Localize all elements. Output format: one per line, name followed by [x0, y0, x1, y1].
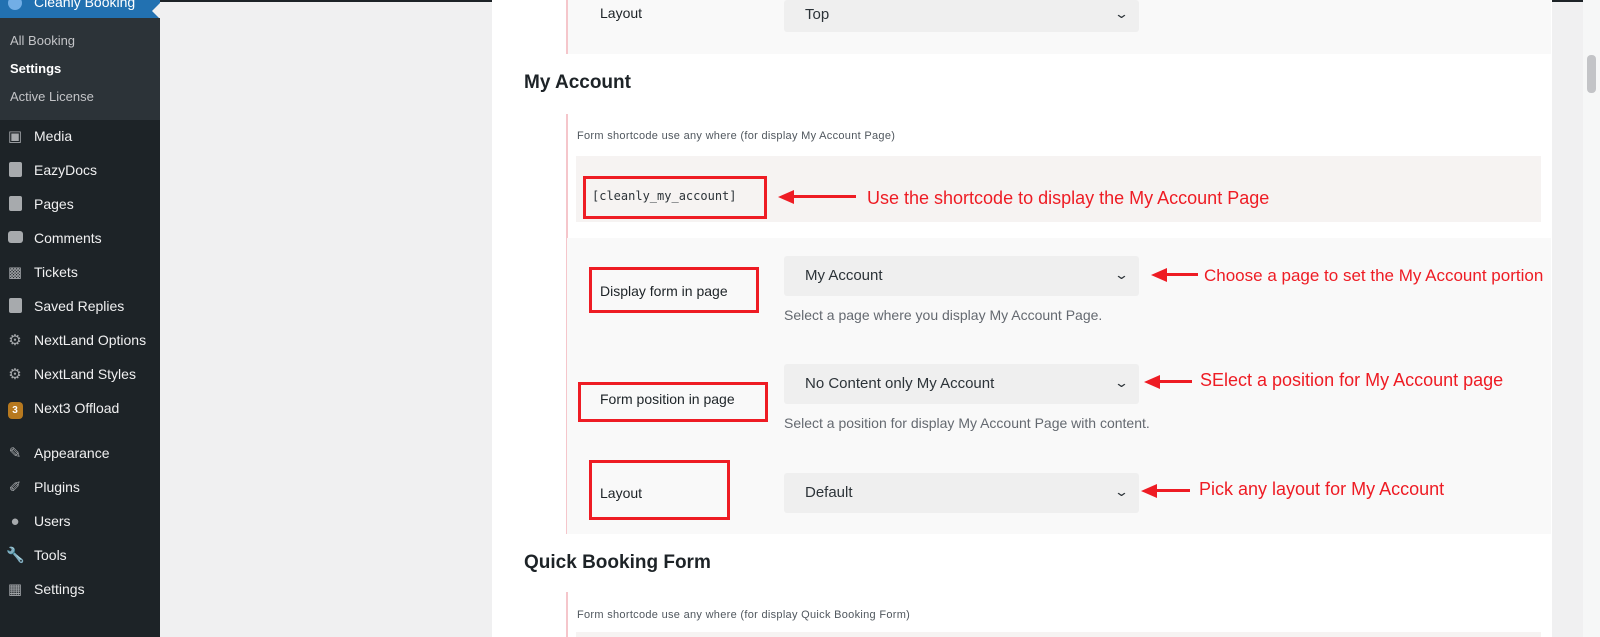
chevron-down-icon: ⌄	[1113, 6, 1130, 21]
form-position-value: No Content only My Account	[805, 375, 995, 392]
document-icon	[6, 162, 24, 180]
sidebar-item-settings[interactable]: ▦ Settings	[0, 575, 160, 605]
sidebar-item-comments[interactable]: Comments	[0, 224, 160, 254]
sidebar-item-tickets[interactable]: ▩ Tickets	[0, 258, 160, 288]
sidebar-item-users[interactable]: ● Users	[0, 507, 160, 537]
sidebar-item-tools[interactable]: 🔧 Tools	[0, 541, 160, 571]
brush-icon: ✎	[8, 445, 22, 462]
plugin-icon: ✐	[8, 479, 22, 496]
scrollbar-thumb[interactable]	[1587, 55, 1596, 93]
top-layout-label: Layout	[600, 5, 643, 21]
annotation-text-page: Choose a page to set the My Account port…	[1204, 266, 1544, 285]
quick-booking-group-border	[566, 592, 568, 637]
top-layout-value: Top	[805, 6, 830, 23]
my-account-layout-value: Default	[805, 484, 853, 501]
comment-icon	[6, 230, 24, 248]
sidebar-item-plugins[interactable]: ✐ Plugins	[0, 473, 160, 503]
annotation-arrow-layout	[1155, 489, 1190, 492]
submenu-settings[interactable]: Settings	[10, 61, 61, 76]
pages-icon	[6, 196, 24, 214]
gear-icon: ⚙	[8, 366, 22, 383]
wrench-icon: 🔧	[6, 547, 25, 564]
sidebar-submenu: All Booking Settings Active License	[0, 18, 160, 120]
sidebar-item-saved-replies[interactable]: Saved Replies	[0, 292, 160, 322]
sidebar-item-nextland-options[interactable]: ⚙ NextLand Options	[0, 326, 160, 356]
form-position-select[interactable]: No Content only My Account ⌄	[784, 364, 1139, 404]
annotation-box-form-position	[578, 382, 768, 422]
display-form-value: My Account	[805, 267, 883, 284]
annotation-arrow-page	[1165, 273, 1198, 276]
submenu-active-license[interactable]: Active License	[10, 89, 94, 104]
book-icon	[6, 298, 24, 316]
current-menu-label: Cleanly Booking	[34, 0, 136, 10]
sidebar-item-media[interactable]: ▣ Media	[0, 122, 160, 152]
page-scrollbar[interactable]	[1583, 0, 1600, 637]
annotation-box-shortcode	[583, 176, 767, 219]
annotation-arrow-shortcode	[792, 195, 856, 198]
settings-icon: ▦	[7, 581, 23, 598]
ticket-icon: ▩	[7, 264, 23, 281]
section-title-my-account: My Account	[524, 72, 631, 93]
chevron-down-icon: ⌄	[1113, 484, 1130, 499]
top-group-border	[566, 0, 568, 54]
sidebar-item-appearance[interactable]: ✎ Appearance	[0, 439, 160, 469]
chevron-down-icon: ⌄	[1113, 375, 1130, 390]
user-icon: ●	[10, 513, 20, 530]
sidebar-item-pages[interactable]: Pages	[0, 190, 160, 220]
quick-booking-shortcode-hint: Form shortcode use any where (for displa…	[577, 609, 911, 621]
submenu-all-booking[interactable]: All Booking	[10, 33, 75, 48]
sidebar-current-menu[interactable]: Cleanly Booking	[0, 0, 160, 18]
section-title-quick-booking: Quick Booking Form	[524, 552, 711, 573]
media-icon: ▣	[7, 128, 23, 145]
annotation-text-layout: Pick any layout for My Account	[1199, 479, 1445, 499]
current-menu-pointer	[152, 3, 160, 18]
gear-icon: ⚙	[8, 332, 22, 349]
my-account-layout-select[interactable]: Default ⌄	[784, 473, 1139, 513]
annotation-box-layout	[589, 460, 730, 520]
top-layout-select[interactable]: Top ⌄	[784, 0, 1139, 32]
annotation-text-shortcode: Use the shortcode to display the My Acco…	[867, 188, 1270, 208]
my-account-shortcode-hint: Form shortcode use any where (for displa…	[577, 130, 896, 142]
annotation-box-display-form	[589, 267, 759, 313]
sidebar-item-eazydocs[interactable]: EazyDocs	[0, 156, 160, 186]
sidebar-item-next3-offload[interactable]: 3 Next3 Offload	[0, 394, 160, 424]
annotation-text-position: SElect a position for My Account page	[1200, 370, 1504, 390]
next3-logo-icon: 3	[6, 400, 24, 419]
form-position-description: Select a position for display My Account…	[784, 415, 1150, 431]
annotation-arrow-position	[1158, 380, 1192, 383]
chevron-down-icon: ⌄	[1113, 267, 1130, 282]
quick-booking-shortcode-box	[576, 632, 1541, 637]
cleanly-booking-icon	[8, 0, 22, 10]
display-form-description: Select a page where you display My Accou…	[784, 307, 1103, 323]
display-form-select[interactable]: My Account ⌄	[784, 256, 1139, 296]
sidebar-item-nextland-styles[interactable]: ⚙ NextLand Styles	[0, 360, 160, 390]
admin-sidebar: Cleanly Booking All Booking Settings Act…	[0, 0, 160, 637]
